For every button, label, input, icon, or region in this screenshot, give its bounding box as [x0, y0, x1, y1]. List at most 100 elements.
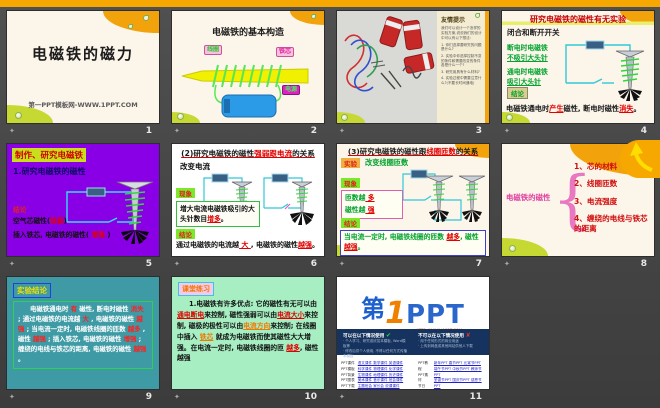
phenomenon-line: 匝数越 多	[345, 194, 375, 202]
experiment-badge: 实验	[341, 158, 360, 168]
slide-cell-6: (2)研究电磁铁的磁性强弱跟电流的关系 改变电流 现象 增大电流电磁铁吸引的大头…	[165, 141, 330, 274]
tips-panel: 友情提示 我们可以设计一个怎样的实验方案,说说我们的设计中可以有以下想法: 1.…	[437, 11, 489, 123]
observation-line: 断电时电磁铁	[507, 44, 548, 52]
conclusion-badge: 结论	[176, 229, 195, 239]
slide-thumbnail-11[interactable]: 第1PPT HTTP://WWW.1PPT.COM 可以在以下情况使用 ✔ · …	[337, 277, 489, 389]
transition-icon: ✦	[9, 392, 15, 401]
observation-line: 不吸引大头针	[507, 54, 548, 62]
slide-title: (3)研究电磁铁的磁性跟线圈匝数的关系	[347, 147, 479, 156]
slide-number: 1	[145, 126, 152, 136]
slide-number: 2	[310, 126, 317, 136]
slide-thumbnail-3[interactable]: 友情提示 我们可以设计一个怎样的实验方案,说说我们的设计中可以有以下想法: 1.…	[337, 11, 489, 123]
logo-char-di: 第	[361, 295, 386, 323]
water-drop-icon	[341, 114, 348, 121]
slide-thumbnail-4[interactable]: 研究电磁铁的磁性有无实验 闭合和断开开关 断电时电磁铁 不吸引大头针 通电时电磁…	[502, 11, 654, 123]
circuit-diagram	[402, 169, 486, 222]
conclusion-text: 通过电磁铁的电流越 大 , 电磁铁的磁性越强。	[176, 241, 319, 249]
slide-cell-11: 第1PPT HTTP://WWW.1PPT.COM 可以在以下情况使用 ✔ · …	[330, 274, 495, 407]
transition-icon: ✦	[174, 259, 180, 268]
tips-intro: 我们可以设计一个怎样的实验方案,说说我们的设计中可以有以下想法:	[441, 26, 482, 40]
conclusion-badge: 结论	[507, 87, 528, 99]
transition-icon: ✦	[174, 392, 180, 401]
core-label-callout: 铁芯	[276, 47, 295, 57]
slide-thumbnail-10[interactable]: 课堂练习 1.电磁铁有许多优点: 它的磁性有无可以由通电断电来控制, 磁性强弱可…	[172, 277, 324, 389]
factor-item: 2、线圈匝数	[574, 179, 618, 189]
coil-label-callout: 线圈	[204, 45, 223, 55]
links-group-right: PPT教程PPT素材节日PPTPPT商城PPT论坛 新年PPT 春节PPT 元宵…	[418, 361, 485, 389]
slide-cell-4: 研究电磁铁的磁性有无实验 闭合和断开开关 断电时电磁铁 不吸引大头针 通电时电磁…	[495, 8, 660, 141]
link-labels: PPT教程PPT素材节日PPTPPT商城PPT论坛	[418, 361, 429, 388]
slide-number: 9	[145, 392, 152, 402]
conclusion-paragraph: 电磁铁通电时 有 磁性, 断电时磁性 消失 ; 通过电磁铁的电流越 大 , 电磁…	[13, 301, 153, 369]
materials-photo	[337, 11, 437, 123]
screw-with-pins	[458, 175, 486, 222]
phenomenon-line: 磁性越 强	[345, 205, 375, 214]
cross-icon: ✘	[465, 332, 471, 339]
transition-icon: ✦	[504, 259, 510, 268]
slide-title: 研究电磁铁的磁性有无实验	[502, 14, 654, 25]
observation-line: 吸引大头针	[507, 78, 541, 86]
screw-with-pins	[290, 181, 314, 225]
topic-label: 电磁铁的磁性	[506, 193, 551, 202]
screw-with-pins	[615, 50, 645, 101]
conclusion-text: 电磁铁通电时产生磁性, 断电时磁性消失。	[506, 104, 641, 113]
transition-icon: ✦	[339, 126, 345, 135]
slide-thumbnail-6[interactable]: (2)研究电磁铁的磁性强弱跟电流的关系 改变电流 现象 增大电流电磁铁吸引的大头…	[172, 144, 324, 256]
corner-swoosh-top-right	[103, 11, 159, 33]
slide-cell-7: (3)研究电磁铁的磁性跟线圈匝数的关系 实验 改变线圈匝数 现象 匝数越 多 磁…	[330, 141, 495, 274]
transition-icon: ✦	[9, 259, 15, 268]
slide-title: (2)研究电磁铁的磁性强弱跟电流的关系	[181, 149, 315, 158]
observation-line: 通电时电磁铁	[507, 68, 548, 76]
exercise-badge: 课堂练习	[178, 282, 214, 296]
transition-icon: ✦	[174, 126, 180, 135]
screw-with-pins	[424, 175, 454, 222]
corner-swoosh-top-right	[290, 11, 324, 25]
slide-thumbnail-5[interactable]: 制作、研究电磁铁 1.研究电磁铁的磁性 结论 空气芯磁性(较弱) 插入铁芯, 电…	[7, 144, 159, 256]
electromagnet-diagram	[181, 64, 309, 118]
finding-line: 插入铁芯, 电磁铁的磁性( 增强 )	[13, 231, 111, 239]
exercise-paragraph: 1.电磁铁有许多优点: 它的磁性有无可以由通电断电来控制, 磁性强弱可以由电流大…	[177, 300, 319, 363]
slide-thumbnail-7[interactable]: (3)研究电磁铁的磁性跟线圈匝数的关系 实验 改变线圈匝数 现象 匝数越 多 磁…	[337, 144, 489, 256]
transition-icon: ✦	[504, 126, 510, 135]
slide-footer-credit: 第一PPT模板网-WWW.1PPT.COM	[28, 101, 138, 109]
conclusion-title-badge: 实验结论	[13, 283, 51, 298]
license-deny-column: 不可以在以下情况使用 ✘ · 用于任何形式的商业用途 · 上传到网盘或其他网站供他…	[418, 332, 483, 352]
link-items[interactable]: 新年PPT 春节PPT 元宵节PPT 端午节PPT 中秋节PPT 教师节PPT 圣诞…	[434, 361, 485, 389]
phenomenon-badge: 现象	[341, 178, 360, 188]
circuit-diagram	[66, 181, 154, 244]
slide-title: 电磁铁的磁力	[31, 45, 134, 63]
conclusion-box: 当电流一定时, 电磁铁线圈的匝数 越多, 磁性 越强。	[340, 230, 486, 256]
conclusion-badge: 结论	[341, 218, 360, 228]
leaf-icon	[475, 13, 480, 18]
transition-icon: ✦	[339, 259, 345, 268]
page-corner-decoration	[620, 140, 660, 178]
slide-sorter-view: 电磁铁的磁力 第一PPT模板网-WWW.1PPT.COM ✦ 1 电磁铁的基本构…	[0, 0, 660, 408]
slide-number: 5	[145, 259, 152, 269]
slide-grid: 电磁铁的磁力 第一PPT模板网-WWW.1PPT.COM ✦ 1 电磁铁的基本构…	[0, 8, 660, 407]
check-icon: ✔	[385, 332, 391, 339]
circuit-diagram	[565, 40, 645, 101]
logo-char-ppt: PPT	[406, 300, 465, 330]
conclusion-badge: 结论	[13, 206, 27, 214]
slide-cell-9: 实验结论 电磁铁通电时 有 磁性, 断电时磁性 消失 ; 通过电磁铁的电流越 大…	[0, 274, 165, 407]
slide-thumbnail-9[interactable]: 实验结论 电磁铁通电时 有 磁性, 断电时磁性 消失 ; 通过电磁铁的电流越 大…	[7, 277, 159, 389]
finding-line: 空气芯磁性(较弱)	[13, 217, 67, 225]
slide-thumbnail-1[interactable]: 电磁铁的磁力 第一PPT模板网-WWW.1PPT.COM	[7, 11, 159, 123]
slide-cell-10: 课堂练习 1.电磁铁有许多优点: 它的磁性有无可以由通电断电来控制, 磁性强弱可…	[165, 274, 330, 407]
logo-char-one: 1	[385, 296, 406, 331]
slide-number: 8	[640, 259, 647, 269]
factor-item: 4、缠绕的电线与铁芯的距离	[574, 214, 648, 233]
slide-number: 6	[310, 259, 317, 269]
allow-lines: · 个人学习、研究或欣赏本模板, Word模板等 · 修改后供个人使用, 不得以任…	[343, 339, 407, 358]
page-accent-strip	[0, 0, 660, 7]
power-label-callout: 电源	[282, 85, 301, 95]
leaf-icon	[128, 24, 133, 29]
slide-cell-2: 电磁铁的基本构造 线圈 铁芯 电源 ✦ 2	[165, 8, 330, 141]
slide-number: 4	[640, 126, 647, 136]
slide-thumbnail-2[interactable]: 电磁铁的基本构造 线圈 铁芯 电源	[172, 11, 324, 123]
slide-cell-1: 电磁铁的磁力 第一PPT模板网-WWW.1PPT.COM ✦ 1	[0, 8, 165, 141]
link-labels: PPT课件 PPT模板 PPT背景 PPT图表 PPT下载	[341, 361, 355, 388]
site-logo: 第1PPT HTTP://WWW.1PPT.COM	[337, 289, 489, 333]
photo-batteries-wires	[337, 11, 437, 123]
link-items[interactable]: 语文课件 数学课件 英语课件 科学课件 物理课件 化学课件 生物课件 地理课件 历史…	[358, 361, 403, 389]
